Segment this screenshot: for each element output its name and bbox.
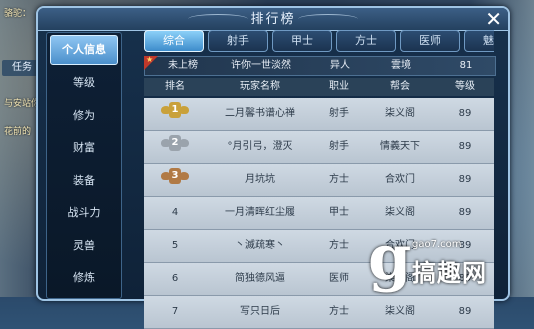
table-header: 排名 玩家名称 职业 帮会 等级	[144, 78, 494, 96]
sidebar-item-training[interactable]: 修炼	[47, 262, 121, 295]
tab-healer[interactable]: 医师	[400, 30, 460, 52]
table-row[interactable]: 1 二月馨书谱心禅 射手 柒义阁 89	[144, 98, 494, 131]
tab-mage[interactable]: 方士	[336, 30, 396, 52]
my-level: 81	[459, 60, 473, 71]
watermark-logo: g	[368, 221, 412, 294]
medal-rank-number: 2	[169, 135, 181, 151]
my-guild: 雲境	[391, 60, 411, 71]
my-rank-bar: ★ 未上榜 许你一世淡然 异人 雲境 81	[144, 55, 496, 76]
background-text: 花前的	[4, 127, 32, 137]
header-guild: 帮会	[390, 81, 410, 92]
table-row[interactable]: 2 °月引弓，澄灭 射手 情義天下 89	[144, 131, 494, 164]
row-level: 89	[458, 141, 472, 152]
row-job: 射手	[329, 108, 349, 119]
row-job: 方士	[329, 174, 349, 185]
row-job: 方士	[329, 240, 349, 251]
row-name: 丶滅疏寒丶	[235, 240, 285, 251]
medal-rank-number: 3	[169, 168, 181, 184]
row-name: 月坑坑	[245, 174, 275, 185]
background-text: 骆驼：	[4, 9, 32, 19]
watermark-brand: 搞趣网	[412, 259, 487, 287]
row-guild: 柒义阁	[385, 306, 415, 317]
close-icon[interactable]: ✕	[485, 8, 502, 30]
row-level: 89	[458, 174, 472, 185]
row-level: 89	[458, 207, 472, 218]
tab-all[interactable]: 综合	[144, 30, 204, 52]
gold-medal-icon: 1	[161, 102, 189, 120]
class-tabs: 综合 射手 甲士 方士 医师 魅者	[144, 28, 494, 52]
row-name: 写只日后	[240, 306, 280, 317]
row-job: 方士	[329, 306, 349, 317]
table-row[interactable]: 3 月坑坑 方士 合欢门 89	[144, 164, 494, 197]
tab-charmer[interactable]: 魅者	[464, 30, 494, 52]
watermark-site: gao7.com	[412, 239, 462, 250]
row-rank: 5	[171, 240, 179, 251]
sidebar-item-personal-info[interactable]: 个人信息	[50, 35, 118, 65]
table-row[interactable]: 7 写只日后 方士 柒义阁 89	[144, 296, 494, 329]
rank-medal-icon: 2	[144, 131, 206, 163]
star-icon: ★	[146, 55, 154, 64]
row-rank: 6	[171, 273, 179, 284]
row-job: 射手	[329, 141, 349, 152]
tab-warrior[interactable]: 甲士	[272, 30, 332, 52]
rank-medal-icon: 3	[144, 164, 206, 196]
my-job: 异人	[330, 60, 350, 71]
category-sidebar: 个人信息 等级 修为 财富 装备 战斗力 灵兽 修炼	[46, 32, 122, 299]
row-rank: 4	[171, 207, 179, 218]
watermark: g gao7.com 搞趣网	[368, 221, 528, 294]
rank-medal-icon: 1	[144, 98, 206, 130]
header-rank: 排名	[165, 81, 185, 92]
row-job: 甲士	[329, 207, 349, 218]
header-job: 职业	[329, 81, 349, 92]
row-level: 89	[458, 306, 472, 317]
bronze-medal-icon: 3	[161, 168, 189, 186]
title-ornament	[188, 14, 248, 24]
sidebar-item-wealth[interactable]: 财富	[47, 132, 121, 165]
row-guild: 合欢门	[385, 174, 415, 185]
header-name: 玩家名称	[240, 81, 280, 92]
row-job: 医师	[329, 273, 349, 284]
sidebar-item-combat-power[interactable]: 战斗力	[47, 197, 121, 230]
sidebar-item-cultivation[interactable]: 修为	[47, 100, 121, 133]
sidebar-item-equipment[interactable]: 装备	[47, 165, 121, 198]
row-name: 二月馨书谱心禅	[225, 108, 295, 119]
row-name: 一月清晖红尘履	[225, 207, 295, 218]
table-row[interactable]: 4 一月清晖红尘履 甲士 柒义阁 89	[144, 197, 494, 230]
header-level: 等级	[455, 81, 475, 92]
sidebar-item-spirit-beast[interactable]: 灵兽	[47, 230, 121, 263]
row-guild: 情義天下	[380, 141, 420, 152]
row-name: 简独德风逼	[235, 273, 285, 284]
my-name: 许你一世淡然	[231, 60, 291, 71]
background-text: 与安站你	[4, 99, 41, 109]
row-rank: 7	[171, 306, 179, 317]
my-rank: 未上榜	[168, 60, 198, 71]
row-level: 89	[458, 108, 472, 119]
row-name: °月引弓，澄灭	[227, 141, 293, 152]
row-guild: 柒义阁	[385, 108, 415, 119]
sidebar-item-level[interactable]: 等级	[47, 67, 121, 100]
title-ornament	[298, 14, 358, 24]
tab-archer[interactable]: 射手	[208, 30, 268, 52]
window-title: 排行榜	[250, 12, 296, 27]
medal-rank-number: 1	[169, 102, 181, 118]
silver-medal-icon: 2	[161, 135, 189, 153]
